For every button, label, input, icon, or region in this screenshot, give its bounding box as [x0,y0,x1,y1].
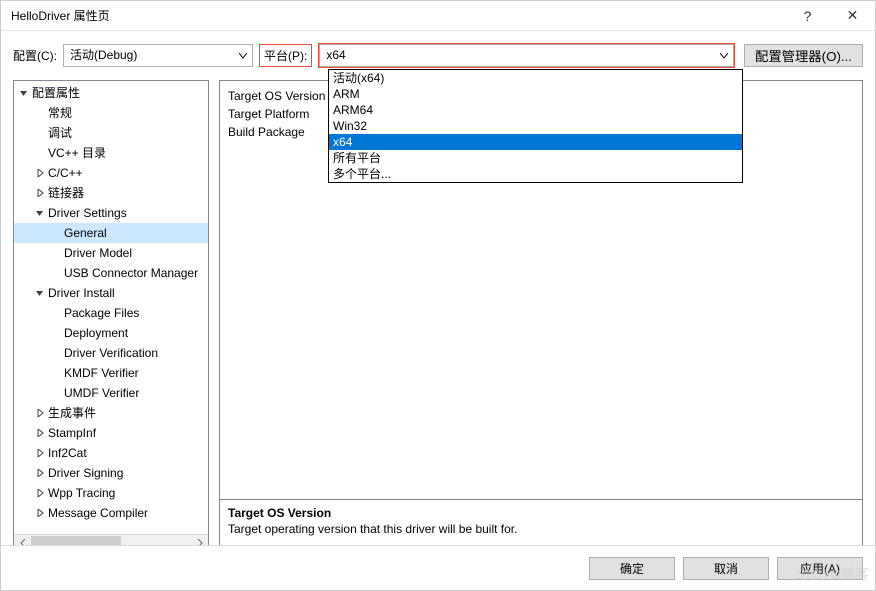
tree-item[interactable]: Wpp Tracing [14,483,208,503]
tree-item-label: KMDF Verifier [64,363,139,383]
expand-closed-icon[interactable] [34,407,46,419]
config-value: 活动(Debug) [64,45,234,66]
ok-button[interactable]: 确定 [589,557,675,580]
expand-none [50,347,62,359]
dropdown-option[interactable]: Win32 [329,118,742,134]
chevron-down-icon [715,53,733,59]
tree-item[interactable]: KMDF Verifier [14,363,208,383]
tree-item[interactable]: Deployment [14,323,208,343]
help-button[interactable]: ? [785,1,830,31]
tree-item[interactable]: Driver Model [14,243,208,263]
expand-open-icon[interactable] [34,207,46,219]
tree-item-label: 链接器 [48,183,84,203]
tree-item[interactable]: Driver Verification [14,343,208,363]
tree-item-label: Driver Model [64,243,132,263]
expand-closed-icon[interactable] [34,487,46,499]
tree-item-label: 配置属性 [32,83,80,103]
tree-item[interactable]: 生成事件 [14,403,208,423]
tree-item[interactable]: USB Connector Manager [14,263,208,283]
description-title: Target OS Version [228,506,854,520]
apply-button[interactable]: 应用(A) [777,557,863,580]
config-manager-button[interactable]: 配置管理器(O)... [744,44,863,67]
tree-item[interactable]: Driver Signing [14,463,208,483]
expand-none [50,267,62,279]
expand-closed-icon[interactable] [34,507,46,519]
tree-item[interactable]: Package Files [14,303,208,323]
dropdown-option[interactable]: 多个平台... [329,166,742,182]
tree-item-label: Inf2Cat [48,443,87,463]
tree-item-label: Package Files [64,303,139,323]
tree-item[interactable]: 常规 [14,103,208,123]
tree-item-label: Wpp Tracing [48,483,115,503]
tree-item-label: Message Compiler [48,503,148,523]
tree-item[interactable]: VC++ 目录 [14,143,208,163]
tree-item[interactable]: 配置属性 [14,83,208,103]
tree-item-label: 常规 [48,103,72,123]
window-title: HelloDriver 属性页 [11,7,785,24]
platform-value: x64 [320,45,715,66]
expand-none [34,107,46,119]
tree-item-label: Driver Settings [48,203,127,223]
tree-item[interactable]: 链接器 [14,183,208,203]
expand-none [50,227,62,239]
platform-combo[interactable]: x64 [319,44,734,67]
tree-item-label: VC++ 目录 [48,143,106,163]
tree-item-label: Deployment [64,323,128,343]
tree-item-label: USB Connector Manager [64,263,198,283]
tree-item[interactable]: Message Compiler [14,503,208,523]
expand-none [50,247,62,259]
expand-closed-icon[interactable] [34,427,46,439]
expand-closed-icon[interactable] [34,447,46,459]
tree-item-label: UMDF Verifier [64,383,139,403]
config-combo[interactable]: 活动(Debug) [63,44,253,67]
dropdown-option[interactable]: ARM [329,86,742,102]
tree-item[interactable]: Inf2Cat [14,443,208,463]
platform-dropdown[interactable]: 活动(x64)ARMARM64Win32x64所有平台多个平台... [328,69,743,183]
expand-closed-icon[interactable] [34,167,46,179]
expand-none [50,387,62,399]
tree-item-label: 生成事件 [48,403,96,423]
expand-open-icon[interactable] [18,87,30,99]
tree-item[interactable]: Driver Settings [14,203,208,223]
tree-item-label: C/C++ [48,163,83,183]
dropdown-option[interactable]: ARM64 [329,102,742,118]
tree-item-label: StampInf [48,423,96,443]
tree-item-label: General [64,223,107,243]
tree-item[interactable]: StampInf [14,423,208,443]
dropdown-option[interactable]: 活动(x64) [329,70,742,86]
platform-label-highlight: 平台(P): [259,44,312,67]
expand-none [50,307,62,319]
cancel-button[interactable]: 取消 [683,557,769,580]
expand-none [50,367,62,379]
tree-item-label: Driver Signing [48,463,123,483]
tree-item[interactable]: Driver Install [14,283,208,303]
tree-item-label: 调试 [48,123,72,143]
description-text: Target operating version that this drive… [228,522,854,536]
tree-item-label: Driver Install [48,283,115,303]
expand-closed-icon[interactable] [34,467,46,479]
property-tree[interactable]: 配置属性常规调试VC++ 目录C/C++链接器Driver SettingsGe… [13,80,209,552]
tree-item[interactable]: General [14,223,208,243]
tree-item[interactable]: UMDF Verifier [14,383,208,403]
dropdown-option[interactable]: 所有平台 [329,150,742,166]
expand-open-icon[interactable] [34,287,46,299]
expand-none [34,147,46,159]
tree-item[interactable]: 调试 [14,123,208,143]
description-panel: Target OS Version Target operating versi… [220,499,862,551]
platform-label: 平台(P): [264,47,307,64]
chevron-down-icon [234,53,252,59]
expand-none [50,327,62,339]
tree-item-label: Driver Verification [64,343,158,363]
tree-item[interactable]: C/C++ [14,163,208,183]
expand-none [34,127,46,139]
dropdown-option[interactable]: x64 [329,134,742,150]
close-button[interactable]: ✕ [830,1,875,31]
config-label: 配置(C): [13,47,57,64]
expand-closed-icon[interactable] [34,187,46,199]
